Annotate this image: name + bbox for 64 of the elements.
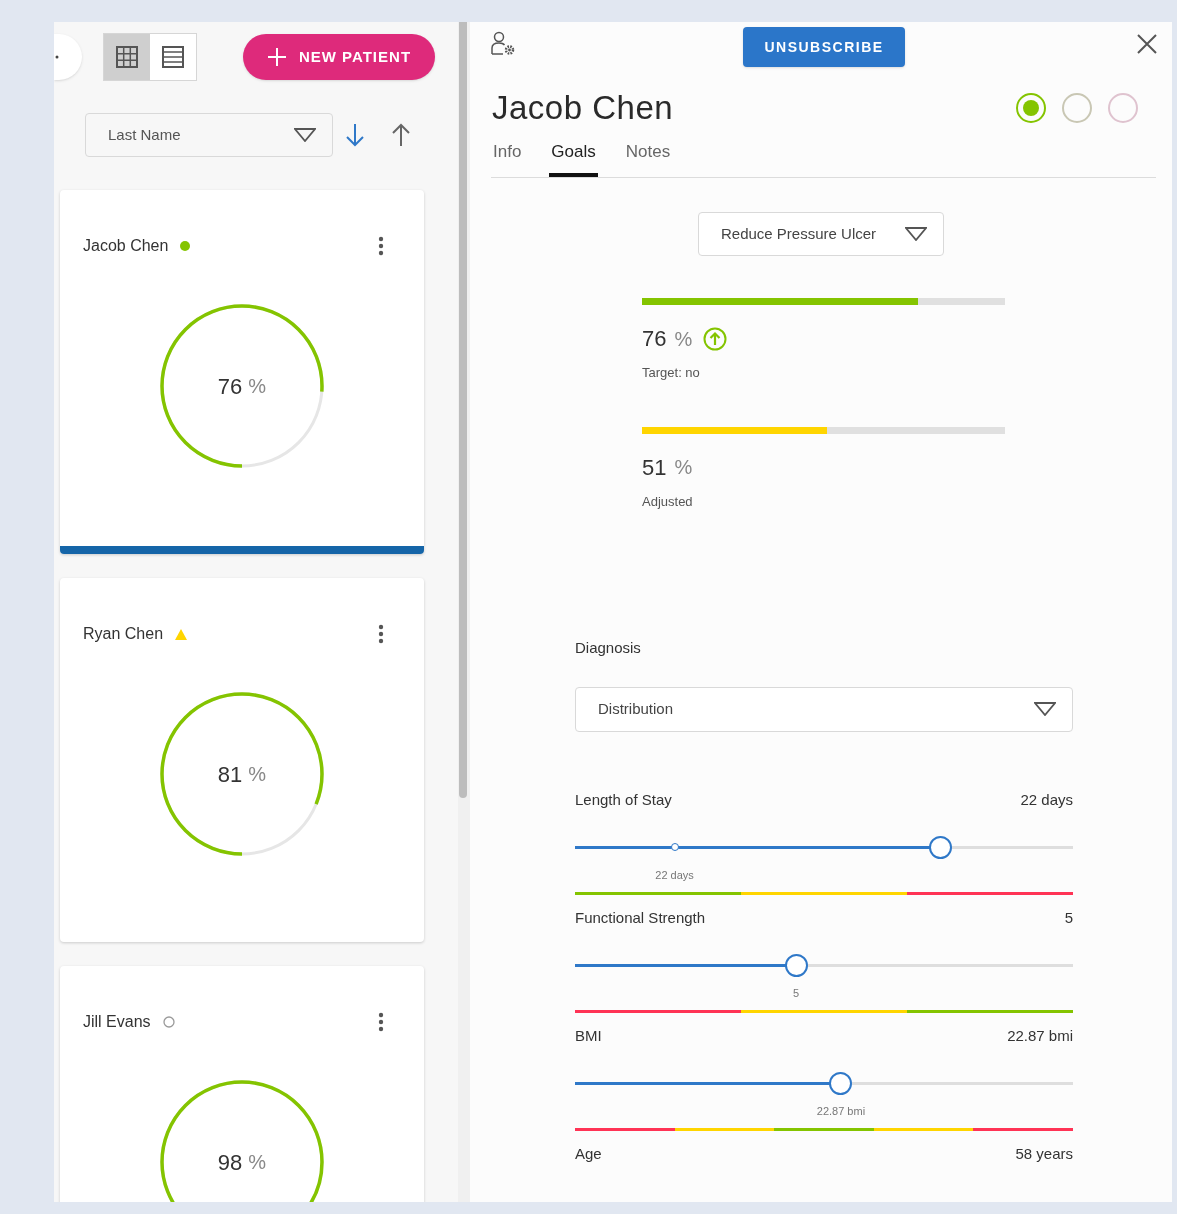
sort-dropdown[interactable]: Last Name (85, 113, 333, 157)
marker-label: 22 days (655, 867, 694, 883)
patient-card[interactable]: Jill Evans 98 % (60, 966, 424, 1202)
goal-value: 51 (642, 453, 667, 482)
patient-title: Jacob Chen (492, 88, 674, 129)
arrow-down-icon (345, 123, 365, 147)
list-view-button[interactable] (150, 34, 196, 80)
status-radio[interactable] (1062, 93, 1092, 123)
percent-value: 98 (217, 1148, 243, 1177)
more-options-icon[interactable] (378, 624, 384, 644)
status-radio[interactable] (1108, 93, 1138, 123)
new-patient-button[interactable]: NEW PATIENT (243, 34, 435, 80)
tab[interactable]: Info (491, 138, 524, 177)
patient-card[interactable]: Ryan Chen 81 % (60, 578, 424, 942)
dot-icon (55, 55, 59, 59)
slider-reading: 22 days (1020, 790, 1073, 811)
slider-reading: 58 years (1015, 1144, 1073, 1165)
more-options-icon[interactable] (378, 236, 384, 256)
thumb-label: 22.87 bmi (816, 1103, 866, 1119)
slider-reading: 22.87 bmi (1007, 1026, 1073, 1047)
grid-icon (116, 46, 138, 68)
status-radio[interactable] (1016, 93, 1046, 123)
dropdown-arrow-icon (294, 128, 316, 142)
thumb-label: 5 (793, 985, 800, 1001)
slider-reading: 5 (1064, 908, 1073, 929)
slider-label: Age (575, 1144, 602, 1165)
tab[interactable]: Notes (623, 138, 673, 177)
percent-unit: % (248, 374, 267, 399)
list-icon (162, 46, 184, 68)
user-settings-icon[interactable] (490, 31, 516, 57)
goal-dropdown[interactable]: Reduce Pressure Ulcer (698, 212, 944, 256)
slider-thumb[interactable] (829, 1071, 853, 1095)
percent-unit: % (248, 1150, 267, 1175)
percent-unit: % (248, 762, 267, 787)
dropdown-arrow-icon (1034, 702, 1056, 716)
slider-label: Functional Strength (575, 908, 706, 929)
plus-icon (266, 47, 287, 67)
unsubscribe-button[interactable]: UNSUBSCRIBE (743, 27, 905, 67)
goal-value: 76 (642, 325, 667, 353)
sort-descending-button[interactable] (345, 123, 365, 147)
slider-thumb[interactable] (928, 835, 952, 859)
tab[interactable]: Goals (549, 138, 598, 177)
slider-label: BMI (575, 1026, 602, 1047)
close-icon[interactable] (1137, 34, 1157, 54)
goal-caption: Target: no (642, 364, 701, 382)
patient-card[interactable]: Jacob Chen 76 % (60, 190, 424, 554)
arrow-up-icon (391, 123, 411, 147)
patient-name: Jill Evans (83, 1012, 151, 1032)
patient-name: Jacob Chen (83, 236, 169, 256)
percent-value: 76 (217, 372, 243, 401)
patient-name: Ryan Chen (83, 624, 164, 644)
slider-thumb[interactable] (784, 953, 808, 977)
goal-caption: Adjusted (642, 492, 694, 511)
goal-unit: % (674, 455, 693, 480)
diagnosis-dropdown[interactable]: Distribution (575, 686, 1073, 732)
grid-view-button[interactable] (104, 34, 150, 80)
sort-ascending-button[interactable] (391, 123, 411, 147)
slider-label: Length of Stay (575, 790, 672, 811)
percent-value: 81 (217, 760, 243, 789)
goal-unit: % (674, 326, 693, 352)
diagnosis-label: Diagnosis (575, 638, 642, 658)
dropdown-arrow-icon (905, 227, 927, 241)
more-options-icon[interactable] (378, 1012, 384, 1032)
scrollbar-thumb[interactable] (459, 22, 467, 798)
